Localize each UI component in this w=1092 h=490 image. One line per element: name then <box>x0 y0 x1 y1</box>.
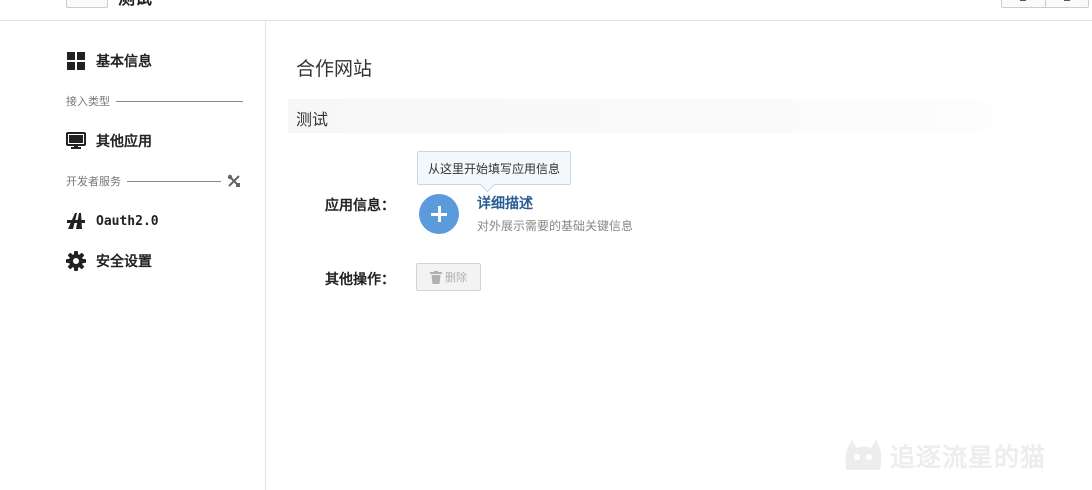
section-label: 接入类型 <box>66 95 110 108</box>
app-title: 测试 <box>118 0 152 8</box>
top-right-button-1[interactable] <box>1002 0 1045 7</box>
sidebar-item-other-apps[interactable]: 其他应用 <box>66 130 152 152</box>
sidebar-item-label: Oauth2.0 <box>96 213 159 229</box>
tools-icon[interactable] <box>227 174 241 188</box>
delete-button-label: 删除 <box>445 271 467 284</box>
section-divider <box>127 180 221 182</box>
top-right-button-2[interactable] <box>1044 0 1089 7</box>
sidebar-item-label: 安全设置 <box>96 254 152 270</box>
section-divider <box>116 100 243 102</box>
section-developer-services: 开发者服务 <box>66 173 241 189</box>
watermark: 追逐流星的猫 <box>842 436 1046 476</box>
section-label: 开发者服务 <box>66 175 121 188</box>
trash-icon <box>430 270 442 284</box>
sidebar-item-label: 其他应用 <box>96 134 152 150</box>
gear-icon <box>66 251 86 271</box>
add-detail-button[interactable] <box>419 194 459 234</box>
sidebar-item-security[interactable]: 安全设置 <box>66 250 152 272</box>
sidebar-item-oauth[interactable]: Oauth2.0 <box>66 210 159 232</box>
user-icon <box>1020 0 1027 1</box>
top-bar: 测试 <box>0 0 1092 21</box>
menu-toggle-button[interactable] <box>66 0 108 8</box>
hint-tooltip: 从这里开始填写应用信息 <box>417 151 571 185</box>
sidebar: 基本信息 接入类型 其他应用 开发者服务 Oauth2.0 安全设置 <box>0 21 266 490</box>
sidebar-item-label: 基本信息 <box>96 54 152 70</box>
delete-button[interactable]: 删除 <box>416 263 481 291</box>
section-header: 测试 <box>288 99 1078 133</box>
other-ops-label: 其他操作： <box>325 272 395 288</box>
cat-logo-icon <box>842 436 884 476</box>
oauth-icon <box>66 211 86 231</box>
section-title: 测试 <box>296 110 329 129</box>
app-info-label: 应用信息： <box>325 198 395 214</box>
detail-description-text: 对外展示需要的基础关键信息 <box>477 219 634 233</box>
monitor-icon <box>66 131 86 151</box>
sidebar-item-basic-info[interactable]: 基本信息 <box>66 50 152 72</box>
main-content: 合作网站 测试 从这里开始填写应用信息 应用信息： 详细描述 对外展示需要的基础… <box>267 21 1092 490</box>
detail-description-link[interactable]: 详细描述 <box>477 193 533 213</box>
menu-icon <box>1063 0 1070 1</box>
section-access-type: 接入类型 <box>66 93 243 109</box>
top-right-button-group <box>1001 0 1089 8</box>
tooltip-text: 从这里开始填写应用信息 <box>427 161 560 176</box>
watermark-text: 追逐流星的猫 <box>890 443 1047 472</box>
grid-icon <box>66 51 86 71</box>
page-title: 合作网站 <box>296 58 373 80</box>
